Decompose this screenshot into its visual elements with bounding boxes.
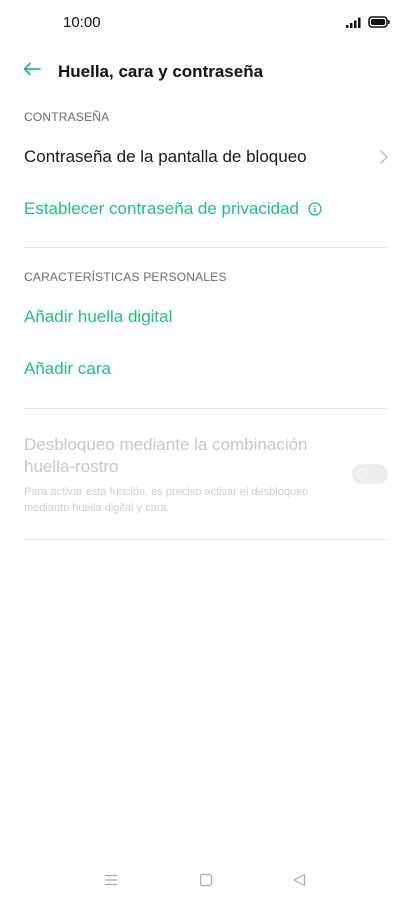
home-button[interactable] <box>194 870 218 894</box>
combo-unlock-description: Para activar esta función, es preciso ac… <box>24 486 309 514</box>
recent-apps-button[interactable] <box>99 870 123 894</box>
page-title: Huella, cara y contraseña <box>58 62 264 81</box>
add-fingerprint-label: Añadir huella digital <box>24 307 173 326</box>
menu-icon <box>104 873 118 891</box>
status-time: 10:00 <box>63 14 101 31</box>
privacy-password-item[interactable]: Establecer contraseña de privacidad <box>0 186 412 232</box>
home-icon <box>199 873 213 892</box>
chevron-right-icon <box>380 149 390 165</box>
info-icon[interactable] <box>308 202 322 216</box>
toggle-knob <box>357 469 367 479</box>
lock-screen-password-item[interactable]: Contraseña de la pantalla de bloqueo <box>0 134 412 180</box>
add-face-label: Añadir cara <box>24 359 111 378</box>
back-button[interactable] <box>18 58 46 84</box>
divider <box>24 408 388 409</box>
battery-icon <box>368 15 390 33</box>
back-triangle-icon <box>292 873 306 892</box>
section-header-personal: CARACTERÍSTICAS PERSONALES <box>24 270 227 284</box>
add-fingerprint-item[interactable]: Añadir huella digital <box>0 294 412 340</box>
signal-icon <box>346 15 362 33</box>
back-nav-button[interactable] <box>287 870 311 894</box>
app-bar: Huella, cara y contraseña <box>0 48 412 94</box>
navigation-bar <box>0 860 412 906</box>
section-header-password: CONTRASEÑA <box>24 110 110 124</box>
privacy-password-label: Establecer contraseña de privacidad <box>24 199 299 218</box>
status-bar: 10:00 <box>0 0 412 46</box>
combo-unlock-title: Desbloqueo mediante la combinación huell… <box>24 435 308 476</box>
lock-screen-password-label: Contraseña de la pantalla de bloqueo <box>24 147 307 166</box>
combo-unlock-toggle[interactable] <box>352 464 388 484</box>
arrow-left-icon <box>23 62 41 81</box>
status-icons <box>346 15 390 33</box>
add-face-item[interactable]: Añadir cara <box>0 346 412 392</box>
divider <box>24 539 388 540</box>
divider <box>24 247 388 248</box>
